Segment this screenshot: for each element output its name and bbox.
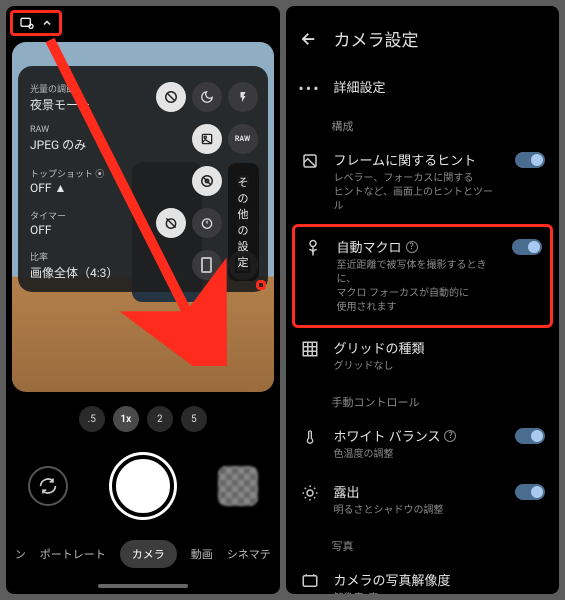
topshot-off-icon[interactable] bbox=[192, 166, 222, 196]
qs-label: RAW bbox=[30, 125, 186, 135]
night-icon[interactable] bbox=[192, 82, 222, 112]
macro-icon bbox=[304, 239, 322, 257]
resolution-sub: 解像度: 高 bbox=[334, 592, 546, 594]
phone-camera-app: 光量の調節 夜景モー▶ RAW JPEG のみ RAW トップショット ⦿ bbox=[6, 6, 280, 594]
qs-value: 画像全体（4:3） bbox=[30, 264, 186, 281]
frame-hint-sub: レベラー、フォーカスに関する ヒントなど、画面上のヒントとツール bbox=[334, 172, 502, 214]
shutter-button[interactable] bbox=[112, 455, 174, 517]
mode-selector[interactable]: ン ポートレート カメラ 動画 シネマテ bbox=[6, 540, 280, 568]
frame-hint-title: フレームに関するヒント bbox=[334, 150, 502, 169]
qs-value: JPEG のみ bbox=[30, 136, 186, 153]
resolution-row[interactable]: カメラの写真解像度 解像度: 高 bbox=[286, 560, 560, 594]
section-manual: 手動コントロール bbox=[286, 384, 560, 416]
raw-icon[interactable]: RAW bbox=[228, 124, 258, 154]
auto-macro-sub: 至近距離で被写体を撮影するときに、 マクロ フォーカスが自動的に 使用されます bbox=[337, 259, 499, 315]
qs-value: OFF bbox=[30, 223, 150, 237]
frame-hint-toggle[interactable] bbox=[515, 152, 545, 168]
mode-cinematic[interactable]: シネマテ bbox=[227, 546, 271, 562]
mode-video[interactable]: 動画 bbox=[191, 546, 213, 562]
exposure-sub: 明るさとシャドウの調整 bbox=[334, 504, 502, 518]
qs-label: タイマー bbox=[30, 209, 150, 222]
qs-row-raw: RAW JPEG のみ RAW bbox=[30, 118, 258, 160]
qs-row-topshot: トップショット ⦿ OFF ▲ bbox=[30, 160, 258, 202]
tune-icon bbox=[19, 15, 35, 31]
grid-icon bbox=[301, 340, 319, 358]
switch-icon bbox=[38, 476, 58, 496]
auto-macro-title: 自動マクロ? bbox=[337, 237, 499, 256]
qs-label: 光量の調節 bbox=[30, 82, 150, 95]
section-composition: 構成 bbox=[286, 108, 560, 140]
qs-label: 比率 bbox=[30, 250, 186, 263]
exposure-row[interactable]: 露出 明るさとシャドウの調整 bbox=[286, 472, 560, 528]
frame-hint-row[interactable]: フレームに関するヒント レベラー、フォーカスに関する ヒントなど、画面上のヒント… bbox=[286, 140, 560, 224]
grid-row[interactable]: グリッドの種類 グリッドなし bbox=[286, 328, 560, 384]
auto-macro-row[interactable]: 自動マクロ? 至近距離で被写体を撮影するときに、 マクロ フォーカスが自動的に … bbox=[295, 227, 551, 325]
qs-label: トップショット ⦿ bbox=[30, 167, 186, 180]
zoom-5[interactable]: 5 bbox=[181, 406, 207, 432]
zoom-half[interactable]: .5 bbox=[79, 406, 105, 432]
qs-value: 夜景モー▶ bbox=[30, 96, 150, 113]
advanced-label: 詳細設定 bbox=[334, 77, 546, 96]
more-settings-highlight: その他の設定 bbox=[256, 280, 266, 290]
auto-macro-highlight: 自動マクロ? 至近距離で被写体を撮影するときに、 マクロ フォーカスが自動的に … bbox=[292, 224, 554, 328]
chevron-up-icon bbox=[41, 17, 53, 29]
back-icon[interactable] bbox=[300, 30, 318, 48]
qs-value: OFF ▲ bbox=[30, 181, 186, 195]
brightness-icon bbox=[301, 484, 319, 502]
flash-icon[interactable] bbox=[228, 82, 258, 112]
ratio-43-icon[interactable] bbox=[192, 250, 222, 280]
more-settings-button[interactable]: その他の設定 bbox=[228, 163, 259, 281]
help-icon[interactable]: ? bbox=[444, 430, 456, 442]
zoom-1x[interactable]: 1x bbox=[113, 406, 139, 432]
mode-camera[interactable]: カメラ bbox=[120, 540, 177, 568]
resolution-title: カメラの写真解像度 bbox=[334, 570, 546, 589]
exposure-title: 露出 bbox=[334, 482, 502, 501]
more-icon: ••• bbox=[298, 79, 320, 98]
mode-portrait[interactable]: ポートレート bbox=[40, 546, 106, 562]
qs-row-timer: タイマー OFF bbox=[30, 202, 258, 244]
phone-settings-app: カメラ設定 ••• 詳細設定 構成 フレームに関するヒント レベラー、フォーカス… bbox=[286, 6, 560, 594]
qs-row-exposure: 光量の調節 夜景モー▶ bbox=[30, 76, 258, 118]
switch-camera-button[interactable] bbox=[28, 466, 68, 506]
resolution-icon bbox=[301, 572, 319, 590]
timer-off-icon[interactable] bbox=[156, 208, 186, 238]
wb-toggle[interactable] bbox=[515, 428, 545, 444]
gallery-thumbnail[interactable] bbox=[218, 466, 258, 506]
help-icon[interactable]: ? bbox=[406, 241, 418, 253]
deny-icon[interactable] bbox=[156, 82, 186, 112]
nav-handle bbox=[98, 584, 188, 588]
qs-row-ratio: 比率 画像全体（4:3） bbox=[30, 244, 258, 286]
exposure-toggle[interactable] bbox=[515, 484, 545, 500]
advanced-settings-row[interactable]: ••• 詳細設定 bbox=[286, 67, 560, 108]
wb-sub: 色温度の調整 bbox=[334, 448, 502, 462]
zoom-selector: .5 1x 2 5 bbox=[6, 406, 280, 432]
timer-3-icon[interactable] bbox=[192, 208, 222, 238]
grid-title: グリッドの種類 bbox=[334, 338, 546, 357]
jpeg-icon[interactable] bbox=[192, 124, 222, 154]
quick-settings-toggle[interactable] bbox=[10, 10, 62, 36]
settings-header: カメラ設定 bbox=[286, 6, 560, 67]
page-title: カメラ設定 bbox=[334, 26, 419, 51]
shutter-controls bbox=[6, 446, 280, 526]
grid-sub: グリッドなし bbox=[334, 360, 546, 374]
quick-settings-panel: 光量の調節 夜景モー▶ RAW JPEG のみ RAW トップショット ⦿ bbox=[18, 66, 268, 292]
thermometer-icon bbox=[302, 428, 318, 446]
mode-overflow-left[interactable]: ン bbox=[15, 546, 26, 562]
frame-icon bbox=[301, 152, 319, 170]
white-balance-row[interactable]: ホワイト バランス? 色温度の調整 bbox=[286, 416, 560, 472]
camera-top-bar bbox=[6, 6, 280, 40]
auto-macro-toggle[interactable] bbox=[512, 239, 542, 255]
wb-title: ホワイト バランス? bbox=[334, 426, 502, 445]
section-photo: 写真 bbox=[286, 528, 560, 560]
zoom-2[interactable]: 2 bbox=[147, 406, 173, 432]
